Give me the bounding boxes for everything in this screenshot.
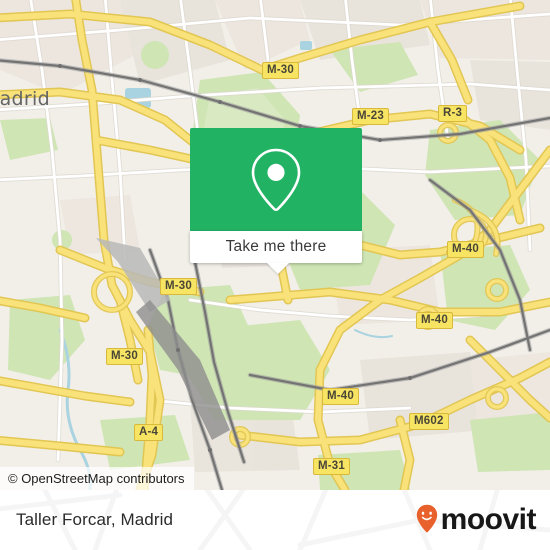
- callout-pin-panel: [190, 128, 362, 231]
- moovit-logo[interactable]: moovit: [416, 503, 537, 536]
- location-callout: Take me there: [190, 128, 362, 274]
- road-shield-a4: A-4: [134, 424, 164, 441]
- road-shield-m30-north: M-30: [262, 62, 300, 79]
- road-shield-m30-southwest: M-30: [106, 348, 144, 365]
- road-shield-m40-east: M-40: [447, 241, 485, 258]
- road-shield-m40-south: M-40: [322, 388, 360, 405]
- road-shield-m40-mid: M-40: [416, 312, 454, 329]
- map-pin-icon: [251, 148, 301, 211]
- map-city-label: ladrid: [0, 88, 50, 110]
- map-canvas[interactable]: .ld{fill:#f2efe9} .pk{fill:#cfe5b4} .pk2…: [0, 0, 550, 490]
- moovit-wordmark: moovit: [440, 503, 537, 536]
- road-shield-m30-west: M-30: [160, 278, 198, 295]
- road-shield-m31: M-31: [313, 458, 351, 475]
- road-shield-r3: R-3: [438, 105, 468, 122]
- footer-bar: Taller Forcar, Madrid moovit: [0, 490, 550, 550]
- road-shield-m602: M602: [409, 413, 449, 430]
- take-me-there-button[interactable]: Take me there: [190, 231, 362, 274]
- place-name: Taller Forcar, Madrid: [16, 510, 174, 529]
- callout-tail: [267, 263, 289, 274]
- moovit-smiley-pin-icon: [416, 504, 437, 533]
- moovit-station-map-card: .ld{fill:#f2efe9} .pk{fill:#cfe5b4} .pk2…: [0, 0, 550, 550]
- osm-attribution[interactable]: © OpenStreetMap contributors: [0, 467, 194, 490]
- road-shield-m23: M-23: [352, 108, 390, 125]
- take-me-there-label: Take me there: [225, 238, 327, 255]
